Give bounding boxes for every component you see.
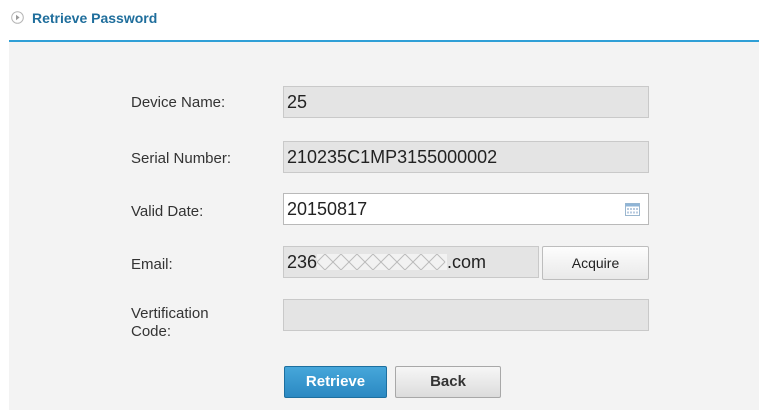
email-mask-graphic <box>317 254 448 270</box>
email-prefix: 236 <box>287 252 318 272</box>
serial-number-label: Serial Number: <box>131 150 232 167</box>
device-name-label: Device Name: <box>131 94 226 111</box>
email-label: Email: <box>131 256 173 273</box>
serial-number-field: 210235C1MP3155000002 <box>283 141 649 173</box>
valid-date-field[interactable]: 20150817 <box>283 193 649 225</box>
email-suffix: .com <box>447 252 487 272</box>
page-header: Retrieve Password <box>0 0 759 40</box>
valid-date-label: Valid Date: <box>131 203 204 220</box>
circle-play-icon <box>11 11 24 24</box>
retrieve-button[interactable]: Retrieve <box>284 366 387 398</box>
verification-code-label-line1: Vertification <box>131 305 209 322</box>
device-name-field: 25 <box>283 86 649 118</box>
back-button[interactable]: Back <box>395 366 501 398</box>
calendar-icon[interactable] <box>625 203 640 216</box>
valid-date-value: 20150817 <box>287 199 368 219</box>
email-field: 236 .com <box>283 246 539 278</box>
verification-code-label-line2: Code: <box>131 323 172 340</box>
verification-code-field <box>283 299 649 331</box>
acquire-button[interactable]: Acquire <box>542 246 649 280</box>
page-title: Retrieve Password <box>32 10 158 26</box>
